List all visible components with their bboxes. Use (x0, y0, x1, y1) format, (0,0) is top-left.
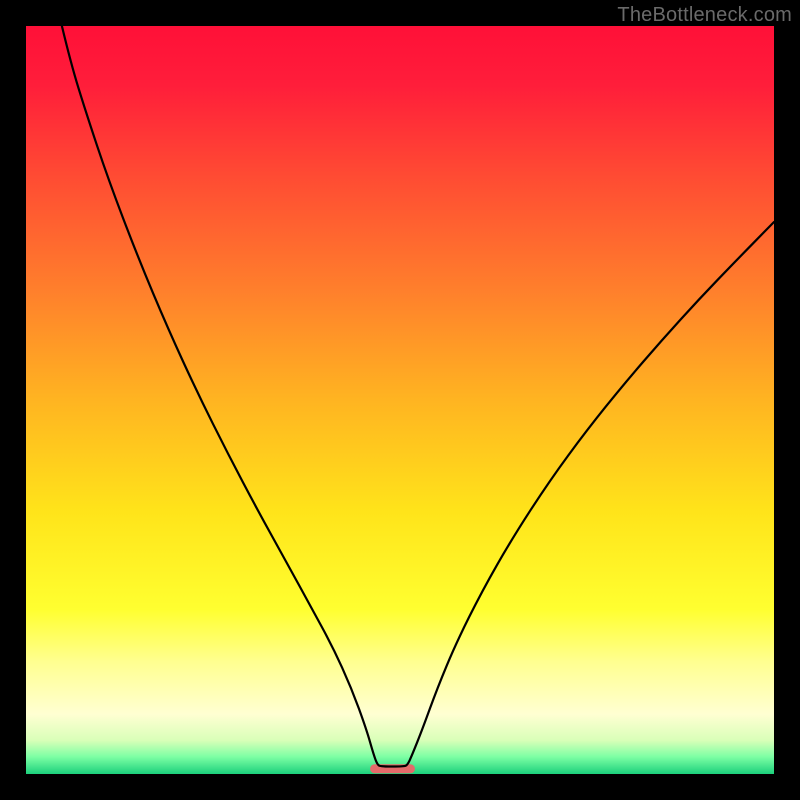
gradient-background (26, 26, 774, 774)
chart-frame (26, 26, 774, 774)
watermark-text: TheBottleneck.com (617, 4, 792, 27)
bottleneck-chart (26, 26, 774, 774)
